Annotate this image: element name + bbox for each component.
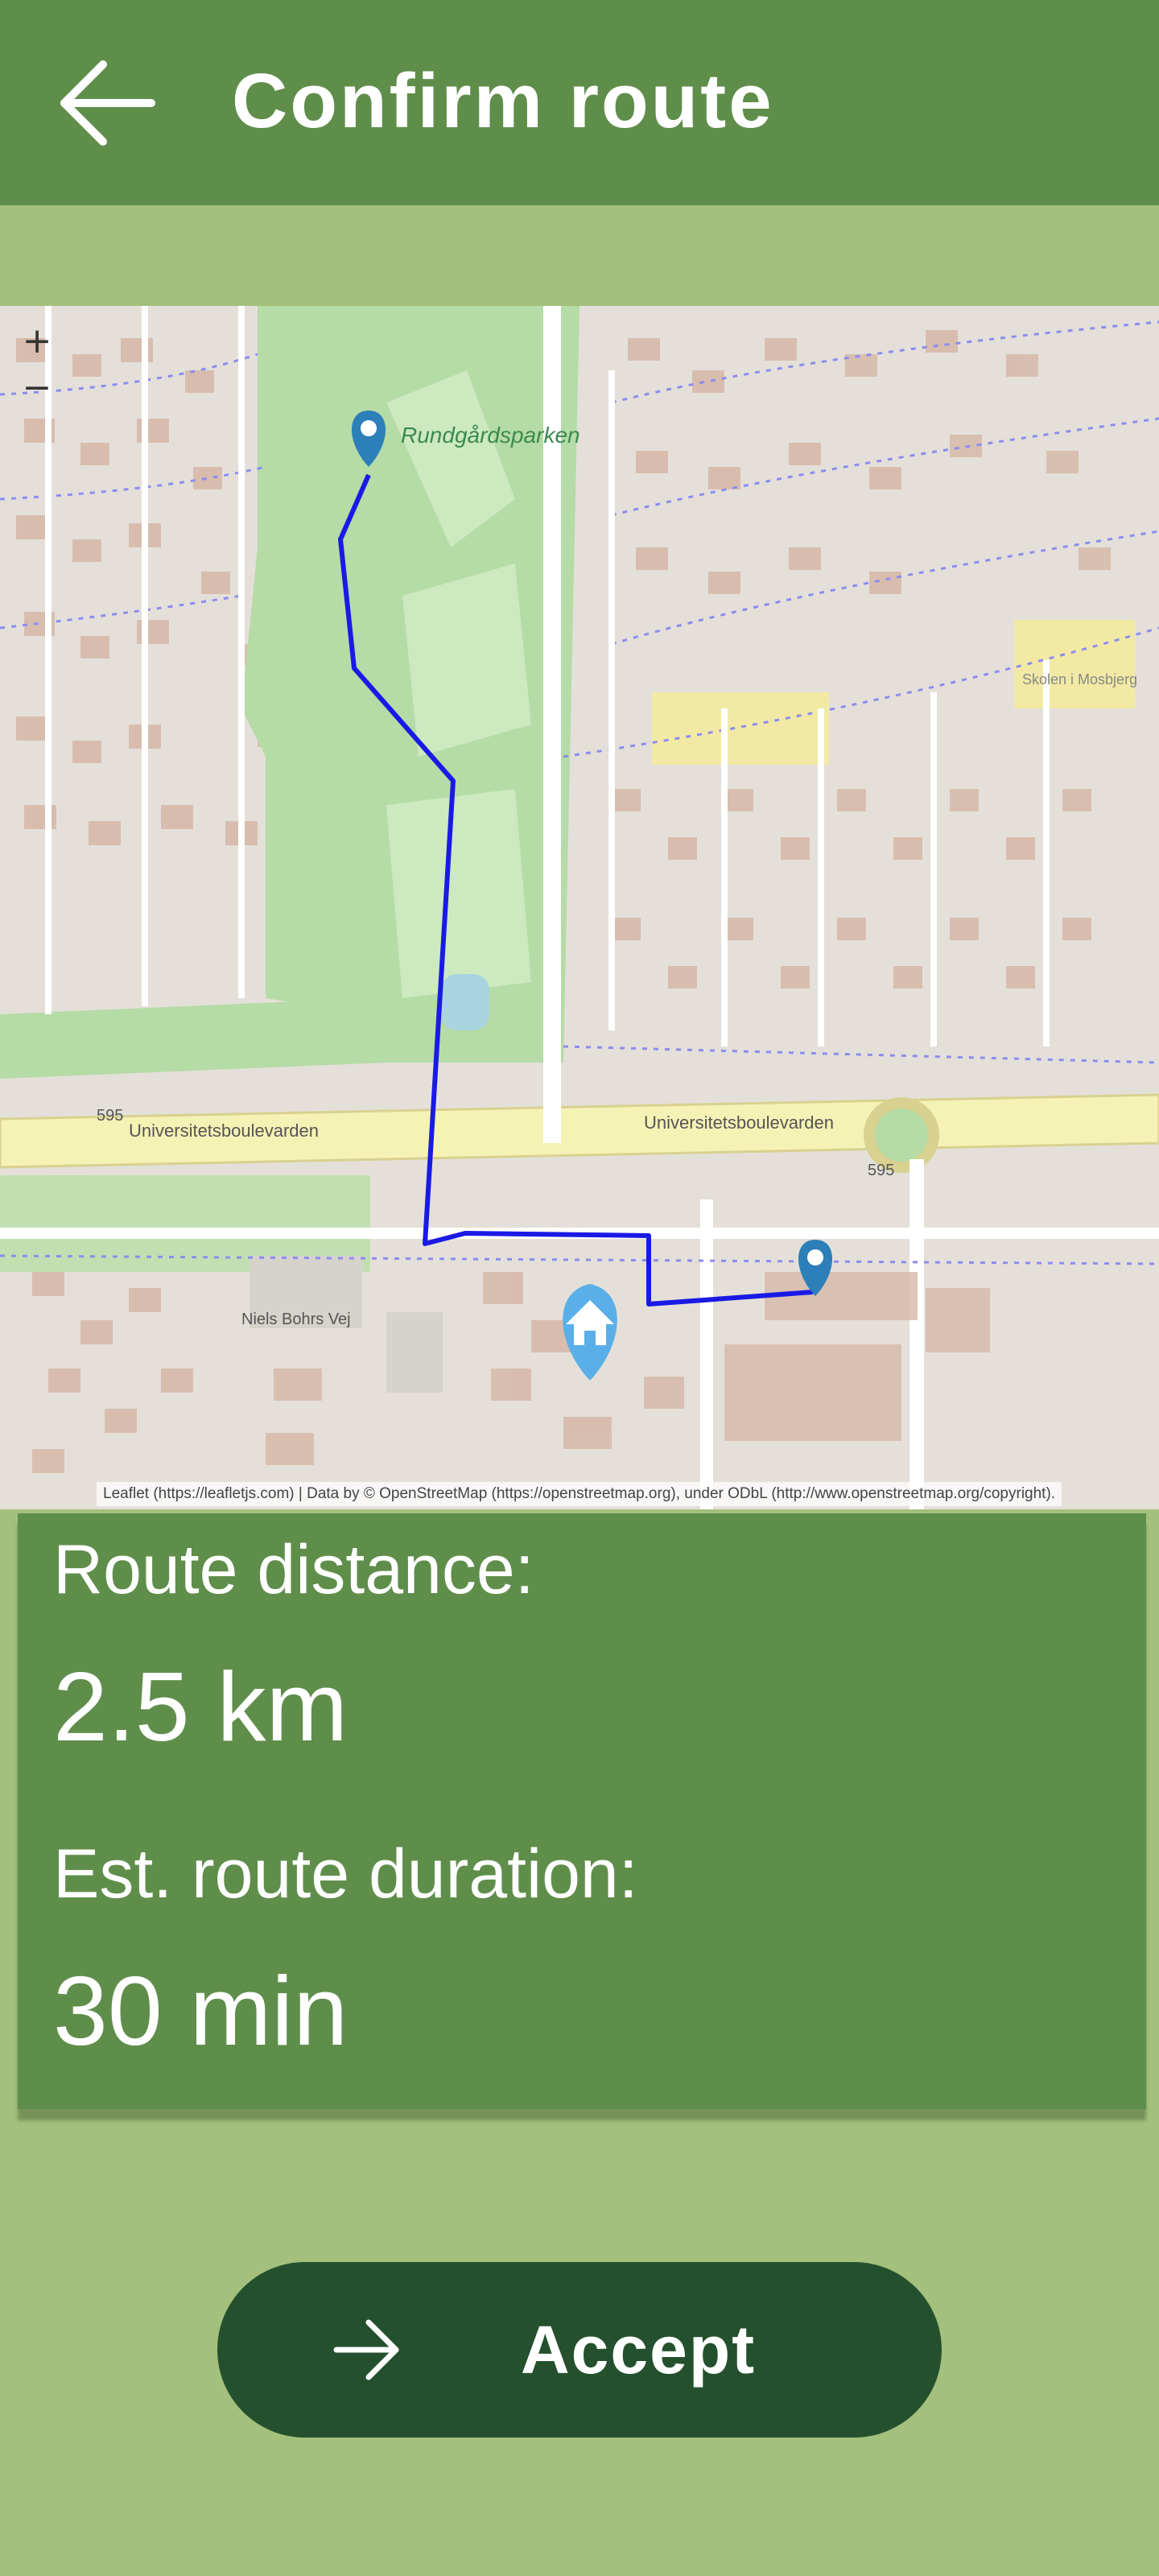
back-button[interactable]: [47, 47, 167, 159]
accept-button[interactable]: Accept: [217, 2262, 942, 2438]
distance-label: Route distance:: [53, 1531, 534, 1608]
page-title: Confirm route: [232, 58, 774, 144]
arrow-left-icon: [60, 60, 155, 146]
park-label: Rundgårdsparken: [401, 423, 580, 448]
road-label-left: Universitetsboulevarden: [129, 1121, 319, 1141]
zoom-in-button[interactable]: +: [13, 319, 61, 364]
road-number-right: 595: [868, 1162, 894, 1179]
route-info-card: Route distance: 2.5 km Est. route durati…: [18, 1513, 1146, 2109]
app-bar: Confirm route: [0, 0, 1159, 205]
map-attribution: Leaflet (https://leafletjs.com) | Data b…: [97, 1482, 1062, 1506]
map-canvas[interactable]: Rundgårdsparken Universitetsboulevarden …: [0, 306, 1159, 1509]
road-number-left: 595: [97, 1107, 123, 1125]
zoom-out-button[interactable]: −: [13, 365, 61, 411]
road-label-right: Universitetsboulevarden: [644, 1113, 834, 1133]
duration-label: Est. route duration:: [53, 1835, 638, 1913]
route-map[interactable]: Rundgårdsparken Universitetsboulevarden …: [0, 306, 1159, 1509]
arrow-right-icon: [333, 2319, 399, 2380]
street-label: Niels Bohrs Vej: [241, 1311, 351, 1328]
school-label: Skolen i Mosbjerg: [1022, 671, 1137, 687]
duration-value: 30 min: [53, 1956, 349, 2066]
distance-value: 2.5 km: [53, 1652, 349, 1761]
accept-label: Accept: [521, 2312, 757, 2388]
